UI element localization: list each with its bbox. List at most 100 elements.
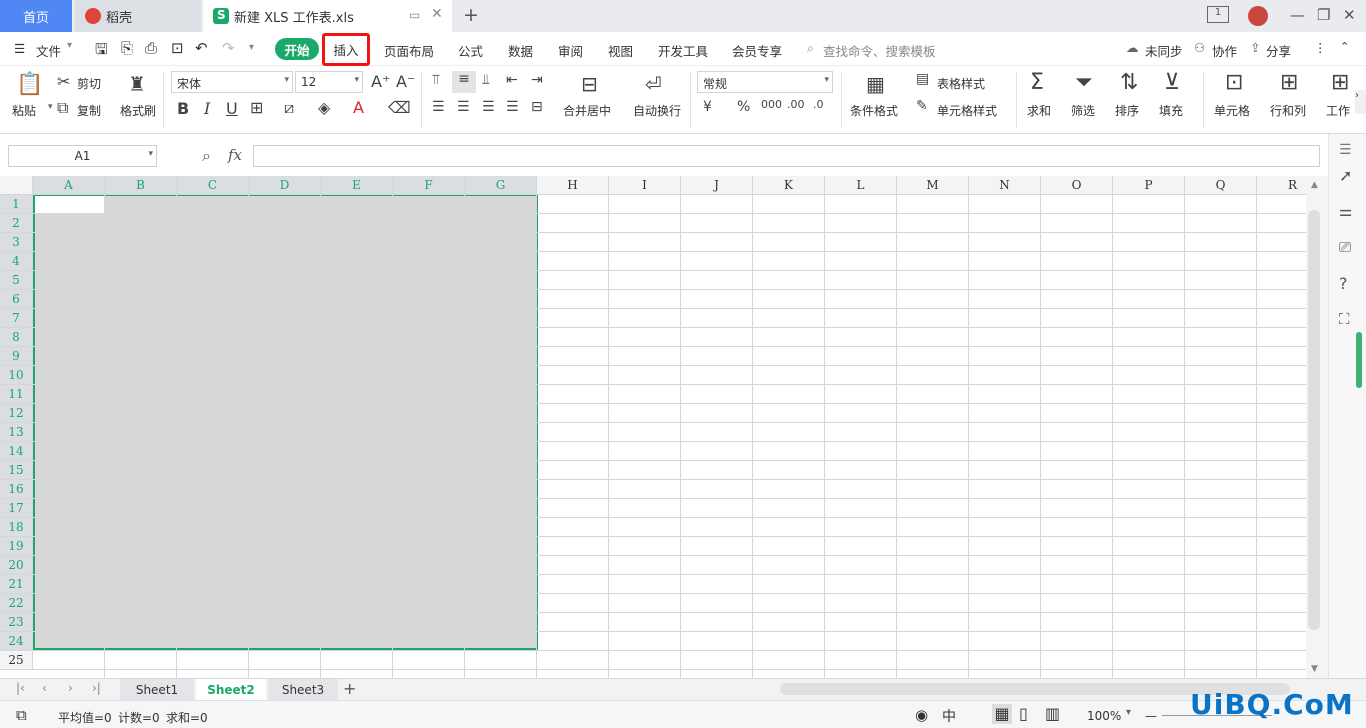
close-tab-icon[interactable]: ✕ [431, 6, 443, 22]
column-header-o[interactable]: O [1041, 176, 1113, 195]
row-header-12[interactable]: 12 [0, 404, 33, 423]
menu-review[interactable]: 审阅 [558, 41, 583, 60]
export-pdf-icon[interactable]: ⎘ [121, 39, 133, 57]
row-header-23[interactable]: 23 [0, 613, 33, 632]
fx-icon[interactable]: fx [228, 146, 242, 164]
quick-access-dropdown-icon[interactable]: ▾ [249, 42, 254, 53]
border-icon[interactable]: ⊞ [250, 98, 263, 117]
redo-icon[interactable]: ↷ [222, 39, 235, 57]
conditional-format-icon[interactable]: ▦ [866, 72, 885, 96]
menu-developer[interactable]: 开发工具 [658, 41, 708, 60]
copy-button[interactable]: 复制 [77, 102, 101, 119]
minimize-icon[interactable]: — [1290, 6, 1305, 24]
cell-style-button[interactable]: 单元格样式 [937, 102, 997, 119]
scroll-down-icon[interactable]: ▼ [1311, 664, 1318, 674]
sum-icon[interactable]: Σ [1030, 70, 1044, 95]
collaborate-button[interactable]: 协作 [1212, 41, 1237, 60]
column-header-j[interactable]: J [681, 176, 753, 195]
copy-icon[interactable]: ⧉ [57, 98, 68, 118]
row-header-7[interactable]: 7 [0, 309, 33, 328]
paste-dropdown-icon[interactable]: ▾ [48, 102, 53, 112]
row-header-1[interactable]: 1 [0, 195, 33, 214]
column-header-h[interactable]: H [537, 176, 609, 195]
merge-center-icon[interactable]: ⊟ [581, 72, 598, 96]
row-header-20[interactable]: 20 [0, 556, 33, 575]
menu-member[interactable]: 会员专享 [732, 41, 782, 60]
row-header-14[interactable]: 14 [0, 442, 33, 461]
align-center-icon[interactable]: ☰ [457, 99, 470, 115]
row-header-25[interactable]: 25 [0, 651, 33, 670]
add-sheet-icon[interactable]: + [343, 679, 356, 698]
distribute-icon[interactable]: ⊟ [531, 99, 543, 115]
column-header-e[interactable]: E [321, 176, 393, 195]
formula-input[interactable] [253, 145, 1320, 167]
column-header-g[interactable]: G [465, 176, 537, 195]
row-header-24[interactable]: 24 [0, 632, 33, 651]
zoom-search-icon[interactable]: ⌕ [202, 146, 211, 166]
row-header-21[interactable]: 21 [0, 575, 33, 594]
restore-icon[interactable]: ❐ [1317, 6, 1330, 24]
row-header-8[interactable]: 8 [0, 328, 33, 347]
row-col-button[interactable]: 行和列 [1270, 102, 1306, 119]
cell-icon[interactable]: ⊡ [1225, 70, 1243, 95]
fill-button[interactable]: 填充 [1159, 102, 1183, 119]
column-header-c[interactable]: C [177, 176, 249, 195]
increase-decimal-icon[interactable]: .00 [787, 98, 805, 111]
new-tab-button[interactable]: + [463, 4, 479, 26]
page-break-view-icon[interactable]: ▥ [1045, 704, 1060, 723]
collapse-ribbon-icon[interactable]: ⌃ [1340, 40, 1349, 53]
scroll-up-icon[interactable]: ▲ [1311, 180, 1318, 190]
decrease-indent-icon[interactable]: ⇤ [506, 72, 518, 88]
thousands-icon[interactable]: 000 [761, 98, 782, 111]
menu-data[interactable]: 数据 [508, 41, 533, 60]
window-count-badge[interactable]: 1 [1207, 6, 1229, 23]
filter-icon[interactable]: ⏷ [1075, 70, 1093, 95]
menu-view[interactable]: 视图 [608, 41, 633, 60]
align-left-icon[interactable]: ☰ [432, 99, 445, 115]
format-painter-icon[interactable]: ♜ [128, 72, 146, 96]
cell-button[interactable]: 单元格 [1214, 102, 1250, 119]
save-icon[interactable]: 🖫 [95, 39, 108, 64]
align-middle-icon[interactable]: ≡ [452, 71, 476, 93]
menu-insert[interactable]: 插入 [322, 33, 370, 66]
paste-button[interactable]: 粘贴 [12, 102, 36, 119]
ribbon-scroll-right-icon[interactable]: › [1355, 90, 1366, 114]
align-right-icon[interactable]: ☰ [482, 99, 495, 115]
row-header-16[interactable]: 16 [0, 480, 33, 499]
increase-font-icon[interactable]: A⁺ [371, 72, 390, 91]
decrease-font-icon[interactable]: A⁻ [396, 72, 415, 91]
cell-style-icon[interactable]: ✎ [916, 98, 928, 114]
zoom-out-icon[interactable]: — [1145, 709, 1157, 723]
merge-center-button[interactable]: 合并居中 [563, 102, 611, 119]
spreadsheet-grid[interactable]: ABCDEFGHIJKLMNOPQR 1 2 3 4 5 6 7 8 9 10 11 12 13 14 15… [0, 176, 1306, 678]
tab-daoke[interactable]: 稻壳 [75, 0, 201, 32]
column-header-m[interactable]: M [897, 176, 969, 195]
command-search-input[interactable]: 查找命令、搜索模板 [823, 41, 936, 60]
settings-slider-icon[interactable]: ⚌ [1339, 202, 1352, 220]
chevron-down-icon[interactable]: ▾ [67, 40, 72, 51]
paste-icon[interactable]: 📋 [16, 72, 43, 97]
row-header-18[interactable]: 18 [0, 518, 33, 537]
tab-home[interactable]: 首页 [0, 0, 72, 32]
macro-icon[interactable]: ⧉ [16, 706, 27, 724]
row-header-22[interactable]: 22 [0, 594, 33, 613]
select-pointer-icon[interactable]: ➚ [1339, 166, 1352, 185]
row-header-10[interactable]: 10 [0, 366, 33, 385]
row-header-3[interactable]: 3 [0, 233, 33, 252]
column-header-k[interactable]: K [753, 176, 825, 195]
zoom-dropdown-icon[interactable]: ▾ [1126, 707, 1131, 718]
sort-icon[interactable]: ⇅ [1120, 70, 1138, 95]
row-header-17[interactable]: 17 [0, 499, 33, 518]
print-preview-icon[interactable]: ⊡ [171, 39, 184, 57]
column-header-p[interactable]: P [1113, 176, 1185, 195]
menu-file[interactable]: 文件 [36, 41, 61, 60]
format-painter-button[interactable]: 格式刷 [120, 102, 156, 119]
last-sheet-icon[interactable]: ›| [92, 681, 101, 695]
column-header-d[interactable]: D [249, 176, 321, 195]
table-style-icon[interactable]: ▤ [916, 71, 929, 87]
menu-page-layout[interactable]: 页面布局 [384, 41, 434, 60]
row-header-11[interactable]: 11 [0, 385, 33, 404]
menu-formula[interactable]: 公式 [458, 41, 483, 60]
sum-button[interactable]: 求和 [1027, 102, 1051, 119]
row-header-13[interactable]: 13 [0, 423, 33, 442]
